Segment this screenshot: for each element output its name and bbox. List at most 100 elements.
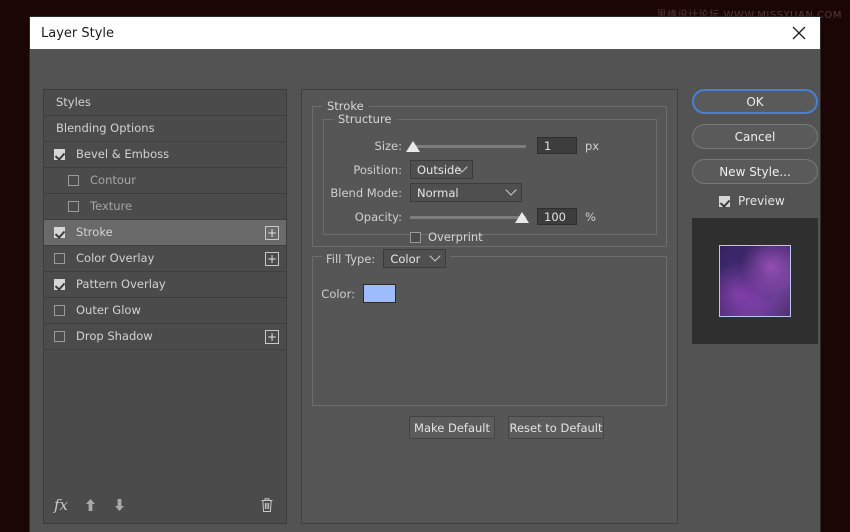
chevron-down-icon (505, 183, 517, 196)
slider-thumb[interactable] (515, 211, 529, 223)
size-input[interactable]: 1 (537, 137, 577, 154)
slider-track (410, 144, 526, 148)
checkbox-icon[interactable] (68, 175, 79, 186)
checkbox-icon[interactable] (410, 231, 421, 243)
opacity-input[interactable]: 100 (537, 208, 577, 225)
position-select[interactable]: Outside (410, 160, 473, 179)
opacity-row: Opacity: 100 % (324, 208, 646, 225)
checkbox-icon[interactable] (54, 227, 65, 238)
checkbox-wrap[interactable] (54, 253, 76, 264)
sidebar-item-label: Contour (90, 172, 136, 187)
color-label: Color: (321, 286, 355, 301)
checkbox-wrap[interactable] (54, 149, 76, 160)
preview-artwork (719, 245, 791, 317)
blend-mode-row: Blend Mode: Normal (324, 183, 646, 202)
checkbox-icon[interactable] (54, 149, 65, 160)
fill-type-select[interactable]: Color (383, 249, 447, 268)
sidebar-item-blending-options[interactable]: Blending Options (44, 116, 286, 142)
ok-button[interactable]: OK (692, 89, 818, 114)
sidebar-item-contour[interactable]: Contour (44, 168, 286, 194)
sidebar-item-stroke[interactable]: Stroke + (44, 220, 286, 246)
sidebar-item-bevel-emboss[interactable]: Bevel & Emboss (44, 142, 286, 168)
new-style-button[interactable]: New Style... (692, 159, 818, 184)
add-effect-button[interactable]: + (265, 251, 279, 266)
arrow-down-icon[interactable] (113, 498, 126, 512)
styles-sidebar: Styles Blending Options Bevel & Emboss C… (43, 89, 287, 524)
slider-track (410, 215, 526, 219)
sidebar-item-color-overlay[interactable]: Color Overlay + (44, 246, 286, 272)
fx-icon[interactable]: fx (54, 496, 68, 514)
opacity-label: Opacity: (354, 209, 402, 224)
structure-group: Structure Size: 1 px Position: Outside B… (323, 112, 657, 244)
layer-style-dialog: Layer Style Styles Blending Options Beve… (30, 17, 820, 532)
fill-type-group: Fill Type: Color Color: (312, 249, 667, 406)
sidebar-footer: fx (44, 487, 286, 523)
preview-thumbnail (692, 218, 818, 344)
opacity-unit: % (585, 209, 596, 224)
sidebar-item-drop-shadow[interactable]: Drop Shadow + (44, 324, 286, 350)
blend-mode-select[interactable]: Normal (410, 183, 522, 202)
effect-settings-panel: Stroke Structure Size: 1 px Position: Ou… (301, 89, 678, 524)
preview-checkbox-row[interactable]: Preview (719, 194, 810, 208)
arrow-up-icon[interactable] (84, 498, 97, 512)
fill-type-legend: Fill Type: Color (322, 249, 451, 268)
dialog-titlebar: Layer Style (30, 17, 820, 49)
sidebar-item-label: Bevel & Emboss (76, 146, 170, 161)
opacity-slider[interactable] (410, 210, 529, 224)
dialog-title: Layer Style (41, 25, 115, 41)
preview-label: Preview (738, 194, 785, 208)
checkbox-icon[interactable] (54, 253, 65, 264)
dialog-body: Styles Blending Options Bevel & Emboss C… (30, 49, 820, 532)
add-effect-button[interactable]: + (265, 225, 279, 240)
position-value: Outside (417, 162, 462, 177)
reset-to-default-button[interactable]: Reset to Default (508, 416, 604, 439)
checkbox-wrap[interactable] (68, 201, 90, 212)
size-row: Size: 1 px (324, 137, 646, 154)
sidebar-item-label: Styles (56, 94, 91, 109)
overprint-checkbox-row[interactable]: Overprint (410, 230, 483, 244)
checkbox-icon[interactable] (54, 279, 65, 290)
sidebar-item-label: Blending Options (56, 120, 155, 135)
dialog-actions: OK Cancel New Style... Preview (692, 89, 818, 344)
sidebar-item-label: Stroke (76, 224, 113, 239)
checkbox-icon[interactable] (719, 195, 730, 207)
sidebar-item-pattern-overlay[interactable]: Pattern Overlay (44, 272, 286, 298)
sidebar-item-label: Drop Shadow (76, 328, 153, 343)
cancel-button[interactable]: Cancel (692, 124, 818, 149)
sidebar-item-texture[interactable]: Texture (44, 194, 286, 220)
structure-group-label: Structure (333, 112, 397, 126)
close-icon (792, 26, 806, 40)
make-default-button[interactable]: Make Default (409, 416, 495, 439)
blend-mode-label: Blend Mode: (330, 185, 402, 200)
close-button[interactable] (778, 17, 820, 49)
sidebar-item-label: Color Overlay (76, 250, 155, 265)
fill-type-label: Fill Type: (326, 251, 376, 266)
sidebar-item-outer-glow[interactable]: Outer Glow (44, 298, 286, 324)
chevron-down-icon (429, 249, 441, 262)
sidebar-item-label: Outer Glow (76, 302, 141, 317)
add-effect-button[interactable]: + (265, 329, 279, 344)
stroke-group: Stroke Structure Size: 1 px Position: Ou… (312, 99, 667, 247)
overprint-label: Overprint (428, 230, 483, 244)
size-unit: px (585, 138, 600, 153)
checkbox-icon[interactable] (68, 201, 79, 212)
position-label: Position: (353, 162, 402, 177)
size-slider[interactable] (406, 139, 526, 153)
checkbox-icon[interactable] (54, 305, 65, 316)
size-label: Size: (374, 138, 402, 153)
checkbox-icon[interactable] (54, 331, 65, 342)
position-row: Position: Outside (324, 160, 646, 179)
sidebar-item-label: Texture (90, 198, 133, 213)
checkbox-wrap[interactable] (68, 175, 90, 186)
slider-thumb[interactable] (406, 140, 420, 152)
checkbox-wrap[interactable] (54, 331, 76, 342)
trash-icon[interactable] (260, 497, 274, 513)
checkbox-wrap[interactable] (54, 227, 76, 238)
checkbox-wrap[interactable] (54, 305, 76, 316)
sidebar-item-styles[interactable]: Styles (44, 90, 286, 116)
screen: 思缘设计论坛 WWW.MISSYUAN.COM Layer Style Style… (0, 0, 850, 532)
checkbox-wrap[interactable] (54, 279, 76, 290)
fill-type-value: Color (390, 251, 421, 266)
color-swatch[interactable] (363, 284, 396, 303)
sidebar-item-label: Pattern Overlay (76, 276, 166, 291)
